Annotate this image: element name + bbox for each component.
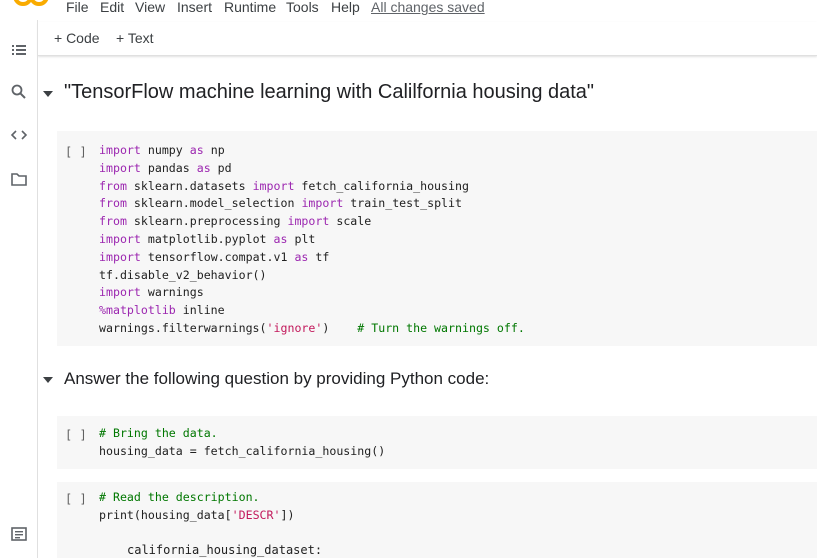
code-token: print(housing_data[ [99, 507, 232, 522]
code-line: import numpy as np [99, 142, 525, 160]
colab-logo-icon[interactable] [13, 0, 49, 6]
code-token: sklearn.preprocessing [126, 214, 288, 229]
save-status-link[interactable]: All changes saved [371, 0, 485, 15]
code-token: import [287, 214, 330, 229]
menu-view[interactable]: View [135, 0, 165, 15]
code-token: from [99, 196, 127, 211]
search-icon[interactable] [9, 82, 29, 102]
notebook-toolbar: + Code + Text [38, 22, 817, 56]
code-token: tf [308, 249, 330, 264]
code-line: print(housing_data['DESCR']) [99, 507, 294, 525]
code-token: %matplotlib [99, 303, 176, 318]
code-token: pandas [140, 160, 197, 175]
collapse-section-caret-icon[interactable] [42, 375, 54, 385]
code-token: sklearn.datasets [126, 178, 253, 193]
terminal-icon[interactable] [9, 524, 29, 544]
code-token: ) [322, 320, 358, 335]
menu-runtime[interactable]: Runtime [224, 0, 276, 15]
run-cell-button[interactable]: [ ] [65, 145, 87, 159]
code-token: 'ignore' [266, 320, 323, 335]
code-token: # Turn the warnings off. [357, 320, 525, 335]
code-line: %matplotlib inline [99, 302, 525, 320]
code-line: from sklearn.preprocessing import scale [99, 213, 525, 231]
code-token: pd [210, 160, 232, 175]
code-token: tensorflow.compat.v1 [140, 249, 295, 264]
files-icon[interactable] [9, 169, 29, 189]
code-token: # Read the description. [99, 490, 260, 504]
code-line: # Read the description. [99, 489, 294, 507]
code-token: as [294, 249, 309, 264]
code-token: matplotlib.pyplot [140, 231, 274, 246]
code-token: import [99, 231, 141, 246]
menu-edit[interactable]: Edit [100, 0, 124, 15]
code-token: as [189, 143, 204, 157]
code-token: np [203, 143, 225, 157]
code-token: import [99, 249, 141, 264]
collapse-section-caret-icon[interactable] [42, 89, 54, 99]
run-cell-button[interactable]: [ ] [65, 492, 87, 506]
code-line: from sklearn.model_selection import trai… [99, 195, 525, 213]
code-line: warnings.filterwarnings('ignore') # Turn… [99, 320, 525, 338]
section-heading: "TensorFlow machine learning with Calilf… [64, 81, 595, 103]
menu-bar: File Edit View Insert Runtime Tools Help… [0, 0, 817, 20]
code-token: import [99, 285, 141, 300]
code-editor[interactable]: # Bring the data. housing_data = fetch_ca… [99, 425, 385, 461]
cell-output-text: california_housing_dataset: [127, 543, 323, 557]
code-editor[interactable]: # Read the description. print(housing_dat… [99, 489, 294, 525]
table-of-contents-icon[interactable] [9, 40, 29, 60]
section-heading: Answer the following question by providi… [64, 369, 490, 388]
code-token: scale [329, 214, 372, 229]
code-token: import [252, 178, 295, 193]
code-line: tf.disable_v2_behavior() [99, 267, 525, 285]
code-line: housing_data = fetch_california_housing(… [99, 443, 385, 461]
code-token: import [99, 160, 141, 175]
code-editor[interactable]: import numpy as np import pandas as pd fro… [99, 142, 525, 338]
code-token: numpy [140, 143, 190, 157]
code-line: import tensorflow.compat.v1 as tf [99, 249, 525, 267]
code-token: warnings [140, 285, 204, 300]
code-token: sklearn.model_selection [126, 196, 302, 211]
code-token: plt [287, 231, 316, 246]
menu-file[interactable]: File [66, 0, 89, 15]
code-token: from [99, 214, 127, 229]
menu-tools[interactable]: Tools [286, 0, 319, 15]
code-token: train_test_split [343, 196, 462, 211]
code-token: tf.disable_v2_behavior() [99, 267, 267, 282]
code-cell[interactable]: [ ] import numpy as np import pandas as p… [57, 131, 817, 346]
code-token: 'DESCR' [231, 507, 281, 522]
code-token: as [273, 231, 288, 246]
code-line: # Bring the data. [99, 425, 385, 443]
code-line: import pandas as pd [99, 160, 525, 178]
code-line: from sklearn.datasets import fetch_calif… [99, 178, 525, 196]
code-token: import [301, 196, 344, 211]
code-line: import matplotlib.pyplot as plt [99, 231, 525, 249]
menu-insert[interactable]: Insert [177, 0, 212, 15]
code-snippets-icon[interactable] [9, 125, 29, 145]
add-text-cell-button[interactable]: + Text [116, 30, 154, 46]
code-token: from [99, 178, 127, 193]
code-token: # Bring the data. [99, 426, 218, 440]
code-token: ]) [280, 507, 295, 522]
code-token: import [99, 143, 141, 157]
add-code-cell-button[interactable]: + Code [54, 30, 100, 46]
run-cell-button[interactable]: [ ] [65, 428, 87, 442]
left-sidebar [0, 20, 38, 558]
code-token: housing_data = fetch_california_housing(… [99, 443, 386, 458]
code-token: as [196, 160, 211, 175]
code-line: import warnings [99, 284, 525, 302]
menu-help[interactable]: Help [331, 0, 360, 15]
code-token: inline [175, 303, 225, 318]
code-cell[interactable]: [ ] # Bring the data. housing_data = fetc… [57, 416, 817, 469]
code-token: warnings.filterwarnings( [99, 320, 267, 335]
code-token: fetch_california_housing [294, 178, 469, 193]
